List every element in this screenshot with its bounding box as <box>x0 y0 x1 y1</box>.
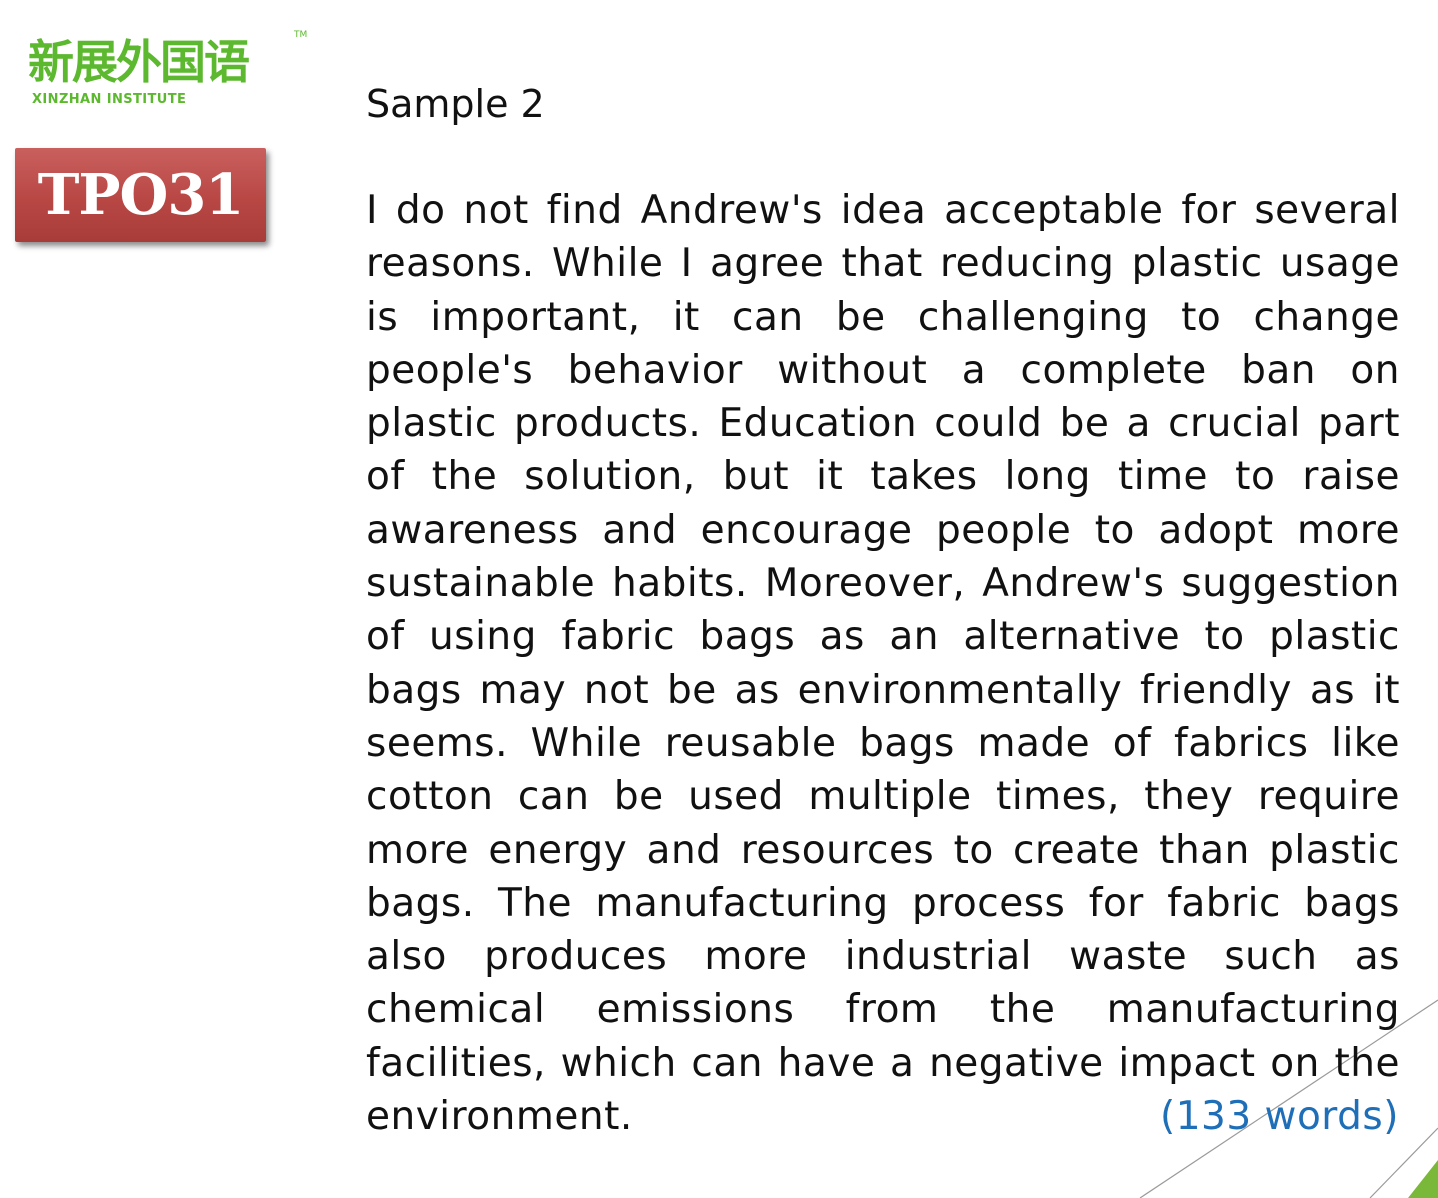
essay-line: plastic products. Education could be a c… <box>366 401 1400 447</box>
essay-line: awareness and encourage people to adopt … <box>366 507 1400 553</box>
essay-last-line: environment. (133 words) <box>366 1090 1400 1143</box>
essay-line: environment. <box>366 1094 633 1140</box>
essay-line: chemical emissions from the manufacturin… <box>366 987 1400 1033</box>
logo-english-text: XINZHAN INSTITUTE <box>32 92 187 107</box>
essay-line: reasons. While I agree that reducing pla… <box>366 241 1400 287</box>
essay-line: is important, it can be challenging to c… <box>366 294 1400 340</box>
essay-line: sustainable habits. Moreover, Andrew's s… <box>366 561 1400 607</box>
essay-line: also produces more industrial waste such… <box>366 934 1400 980</box>
essay-line: of using fabric bags as an alternative t… <box>366 614 1400 660</box>
xinzhan-logo: 新展外国语 TM XINZHAN INSTITUTE <box>26 30 316 114</box>
essay-line: I do not find Andrew's idea acceptable f… <box>366 188 1400 233</box>
essay-line: more energy and resources to create than… <box>366 827 1400 873</box>
essay-line: facilities, which can have a negative im… <box>366 1040 1400 1086</box>
sample-title: Sample 2 <box>366 82 545 126</box>
essay-line: seems. While reusable bags made of fabri… <box>366 720 1400 766</box>
top-right-arrow-icon <box>1428 38 1438 60</box>
essay-body: I do not find Andrew's idea acceptable f… <box>366 184 1400 1143</box>
essay-line: bags. The manufacturing process for fabr… <box>366 880 1400 926</box>
logo-trademark: TM <box>294 30 308 40</box>
essay-line: of the solution, but it takes long time … <box>366 454 1400 500</box>
essay-line: people's behavior without a complete ban… <box>366 347 1400 393</box>
tpo-badge: TPO31 <box>15 148 266 242</box>
tpo-badge-label: TPO31 <box>37 162 244 228</box>
essay-line: bags may not be as environmentally frien… <box>366 667 1400 713</box>
logo-chinese-text: 新展外国语 <box>28 35 250 89</box>
essay-line: cotton can be used multiple times, they … <box>366 774 1400 820</box>
corner-triangle-shape <box>1408 1160 1438 1198</box>
word-count: (133 words) <box>1160 1094 1399 1140</box>
